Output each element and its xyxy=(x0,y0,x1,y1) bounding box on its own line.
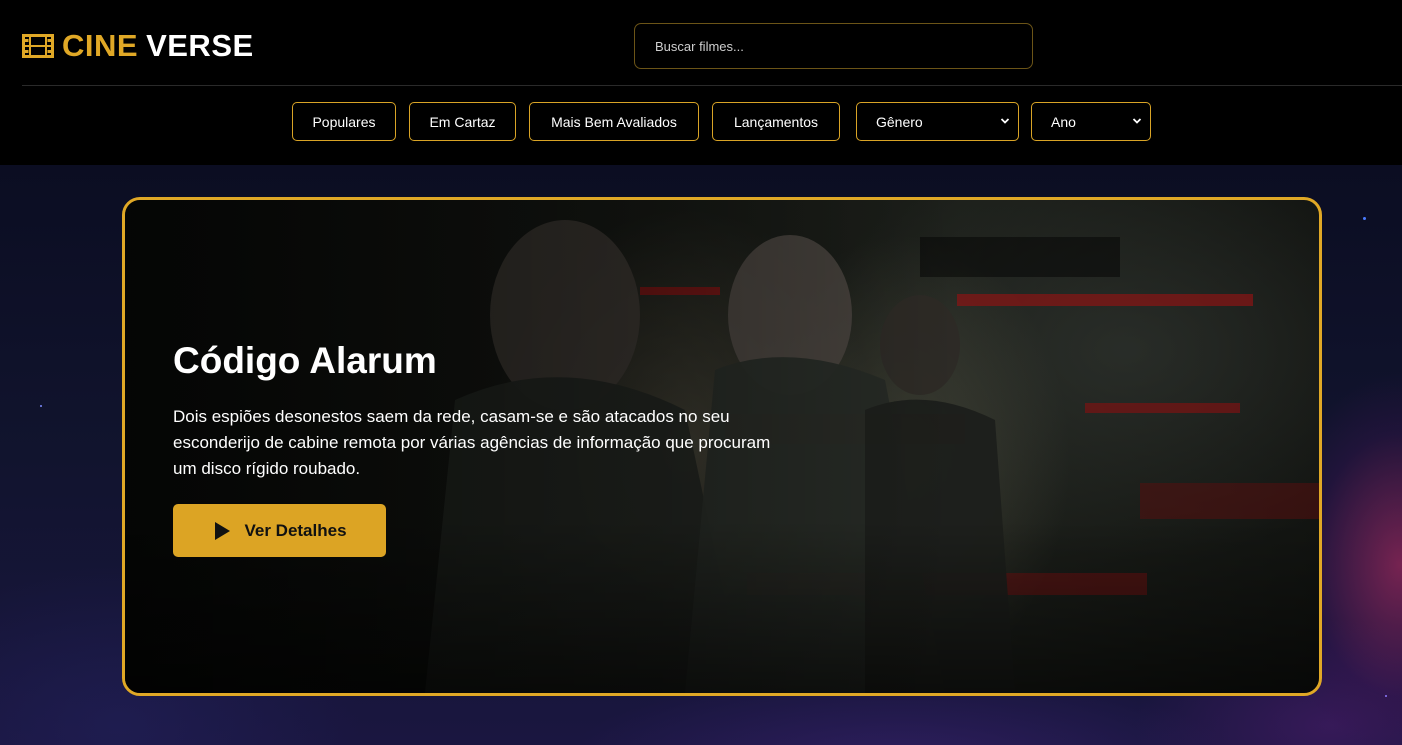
filter-nav: Populares Em Cartaz Mais Bem Avaliados L… xyxy=(0,102,1402,141)
genre-select[interactable]: Gênero xyxy=(856,102,1019,141)
year-select-value: Ano xyxy=(1051,113,1076,130)
header: CINE VERSE Populares Em Cartaz Mais Bem … xyxy=(0,0,1402,165)
hero-banner: Código Alarum Dois espiões desonestos sa… xyxy=(122,197,1322,696)
lancamentos-button[interactable]: Lançamentos xyxy=(712,102,840,141)
genre-select-value: Gênero xyxy=(876,113,923,130)
hero-description: Dois espiões desonestos saem da rede, ca… xyxy=(173,407,771,478)
star-decoration xyxy=(1385,695,1387,697)
logo-text-cine: CINE xyxy=(62,28,139,63)
chevron-down-icon xyxy=(1132,118,1142,124)
film-icon xyxy=(22,34,54,58)
hero-title: Código Alarum xyxy=(173,340,437,381)
mais-bem-avaliados-button[interactable]: Mais Bem Avaliados xyxy=(529,102,699,141)
ver-detalhes-label: Ver Detalhes xyxy=(244,520,347,540)
ver-detalhes-button[interactable]: Ver Detalhes xyxy=(173,504,386,557)
em-cartaz-button[interactable]: Em Cartaz xyxy=(409,102,516,141)
search-input[interactable] xyxy=(634,23,1033,69)
header-divider xyxy=(22,85,1402,86)
logo[interactable]: CINE VERSE xyxy=(22,26,254,66)
logo-text-verse: VERSE xyxy=(146,28,254,63)
play-icon xyxy=(215,521,231,540)
year-select[interactable]: Ano xyxy=(1031,102,1151,141)
chevron-down-icon xyxy=(1000,118,1010,124)
star-decoration xyxy=(1363,217,1366,220)
star-decoration xyxy=(40,405,42,407)
populares-button[interactable]: Populares xyxy=(292,102,396,141)
